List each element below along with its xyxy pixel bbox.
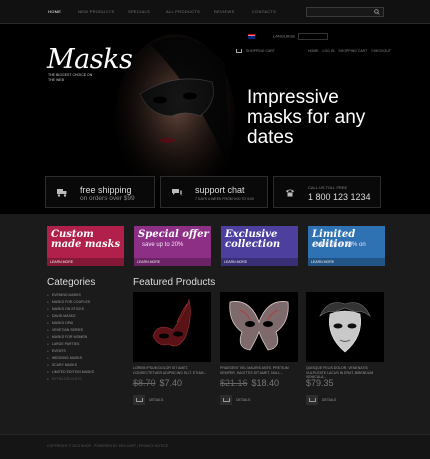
product-card: PRAESENT VEL MAURIS ANTE. PRETIUM SEMPER… [220, 292, 298, 405]
category-item[interactable]: EVENING MASKS [47, 292, 94, 299]
currency-select[interactable] [298, 33, 329, 40]
category-list: EVENING MASKS MASKS FOR COUPLES MASKS ON… [47, 292, 94, 383]
category-item[interactable]: DAVID MASKS [47, 313, 94, 320]
add-to-cart-icon[interactable] [133, 395, 145, 405]
product-image[interactable] [220, 292, 298, 362]
truck-icon [57, 189, 67, 197]
nav-item-all-products[interactable]: ALL PRODUCTS [166, 0, 214, 24]
banner-title: Exclusive collection [225, 229, 281, 250]
main-menu: HOME NEW PRODUCTS SPECIALS ALL PRODUCTS … [48, 0, 292, 24]
product-description[interactable]: PRAESENT VEL MAURIS ANTE. PRETIUM SEMPER… [220, 366, 298, 375]
footer-copyright: COPYRIGHT © 2013 SHOP - POWERED BY ZEN C… [47, 444, 169, 448]
category-item[interactable]: LARGE PARTIES [47, 341, 94, 348]
product-card: LOREM IPSUM DOLOR SIT AMET, CONSECTETUER… [133, 292, 211, 405]
old-price: $8.70 [133, 378, 156, 388]
category-item[interactable]: VENETIAN SERIES [47, 327, 94, 334]
feature-title: support chat [195, 185, 245, 195]
category-item[interactable]: EXTRA DELIGHTS [47, 376, 94, 383]
product-actions: DETAILS [220, 395, 298, 405]
product-card: QUISQUE FELIS DOLOR, VENENATIS VULPUTATE… [306, 292, 384, 405]
banner-title: Custom made masks [51, 229, 121, 250]
silver-jester-mask-image [319, 302, 371, 353]
search-icon[interactable] [374, 9, 380, 15]
add-to-cart-icon[interactable] [220, 395, 232, 405]
feature-subtitle: 7 DAYS A WEEK FROM 9:00 TO 5:00 [195, 197, 254, 201]
banner-exclusive-collection[interactable]: Exclusive collection LEARN MORE [221, 226, 298, 266]
details-link[interactable]: DETAILS [322, 398, 336, 402]
product-description[interactable]: QUISQUE FELIS DOLOR, VENENATIS VULPUTATE… [306, 366, 384, 379]
feature-support-chat[interactable]: support chat 7 DAYS A WEEK FROM 9:00 TO … [160, 176, 268, 208]
cart-label: SHOPPING CART [246, 49, 275, 53]
product-price: $8.70 $7.40 [133, 378, 211, 388]
learn-more-link[interactable]: LEARN MORE [308, 258, 385, 266]
butterfly-mask-image [229, 301, 289, 351]
cart-icon [236, 49, 242, 54]
current-price: $18.40 [251, 378, 280, 388]
product-image[interactable] [306, 292, 384, 362]
feature-title: free shipping [80, 185, 132, 195]
phone-icon [286, 189, 294, 197]
feature-subtitle: on orders over $99 [80, 195, 135, 202]
top-navigation: HOME NEW PRODUCTS SPECIALS ALL PRODUCTS … [0, 0, 430, 24]
product-image[interactable] [133, 292, 211, 362]
nav-item-home[interactable]: HOME [48, 0, 78, 24]
banner-custom-made[interactable]: Custom made masks LEARN MORE [47, 226, 124, 266]
site-tagline: THE BIGGEST CHOICE ON THE WEB [48, 73, 93, 82]
product-actions: DETAILS [133, 395, 211, 405]
product-price: $21.16 $18.40 [220, 378, 298, 388]
details-link[interactable]: DETAILS [149, 398, 163, 402]
account-links: HOME LOG IN SHOPPING CART CHECKOUT [308, 49, 391, 53]
learn-more-link[interactable]: LEARN MORE [221, 258, 298, 266]
search-input[interactable] [306, 7, 384, 17]
feature-call-us[interactable]: CALL US TOLL FREE 1 800 123 1234 [273, 176, 381, 208]
category-item[interactable]: WEDDING MASKS [47, 355, 94, 362]
category-item[interactable]: MASKS ON STICKS [47, 306, 94, 313]
account-link-home[interactable]: HOME [308, 49, 319, 53]
featured-products-heading: Featured Products [133, 277, 216, 288]
current-price: $7.40 [159, 378, 183, 388]
feature-boxes: free shipping on orders over $99 support… [45, 176, 381, 208]
category-item[interactable]: SCARY MASKS [47, 362, 94, 369]
product-price: $79.35 [306, 378, 384, 388]
language-label: LANGUAGE [273, 33, 296, 39]
nav-item-specials[interactable]: SPECIALS [128, 0, 166, 24]
nav-item-new-products[interactable]: NEW PRODUCTS [78, 0, 128, 24]
nav-item-reviews[interactable]: REVIEWS [214, 0, 252, 24]
learn-more-link[interactable]: LEARN MORE [134, 258, 211, 266]
product-actions: DETAILS [306, 395, 384, 405]
promo-banners: Custom made masks LEARN MORE Special off… [47, 226, 385, 266]
account-link-cart[interactable]: SHOPPING CART [338, 49, 367, 53]
category-item[interactable]: MASKS FOR COUPLES [47, 299, 94, 306]
nav-item-contacts[interactable]: CONTACTS [252, 0, 292, 24]
feature-free-shipping[interactable]: free shipping on orders over $99 [45, 176, 155, 208]
banner-title: Special offer [138, 229, 209, 240]
product-description[interactable]: LOREM IPSUM DOLOR SIT AMET, CONSECTETUER… [133, 366, 211, 375]
banner-limited-edition[interactable]: Limited edition save up to 30% on LEARN … [308, 226, 385, 266]
add-to-cart-icon[interactable] [306, 395, 318, 405]
red-feather-mask-image [152, 298, 191, 347]
language-currency-bar: LANGUAGE [248, 33, 329, 40]
categories-heading: Categories [47, 277, 96, 288]
flag-icon[interactable] [248, 34, 255, 39]
chat-icon [172, 189, 182, 196]
account-link-login[interactable]: LOG IN [323, 49, 335, 53]
hero-headline: Impressive masks for any dates [247, 87, 366, 148]
cart-link[interactable]: SHOPPING CART [236, 49, 275, 54]
banner-special-offer[interactable]: Special offer save up to 20% LEARN MORE [134, 226, 211, 266]
old-price: $21.16 [220, 378, 248, 388]
category-item[interactable]: MASKS OPAI [47, 320, 94, 327]
site-logo[interactable]: Masks [47, 44, 133, 75]
banner-subtitle: save up to 30% on [316, 242, 366, 248]
category-item[interactable]: LIMITED EDITION MASKS [47, 369, 94, 376]
phone-number: 1 800 123 1234 [308, 192, 371, 202]
site-footer: COPYRIGHT © 2013 SHOP - POWERED BY ZEN C… [0, 434, 430, 459]
category-item[interactable]: MASKS FOR WOMEN [47, 334, 94, 341]
account-link-checkout[interactable]: CHECKOUT [371, 49, 391, 53]
learn-more-link[interactable]: LEARN MORE [47, 258, 124, 266]
category-item[interactable]: EVENTS [47, 348, 94, 355]
details-link[interactable]: DETAILS [236, 398, 250, 402]
current-price: $79.35 [306, 378, 334, 388]
banner-subtitle: save up to 20% [142, 242, 184, 248]
feature-title: CALL US TOLL FREE [308, 185, 348, 190]
